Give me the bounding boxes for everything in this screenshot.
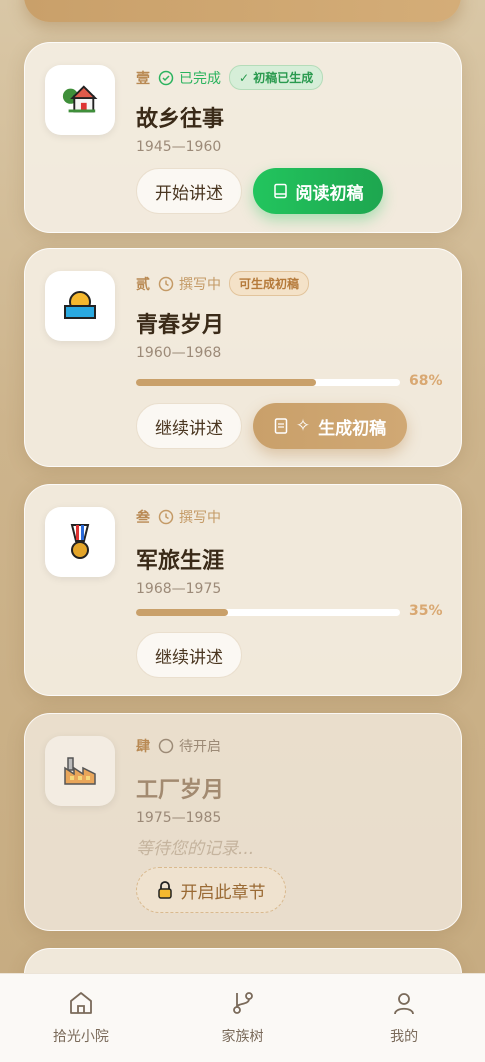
waiting-placeholder: 等待您的记录... [136, 839, 255, 859]
chapter-title: 工厂岁月 [136, 778, 225, 803]
chapter-card-2: 贰 撰写中 可生成初稿 青春岁月 1960—1968 68% 继续讲述 ✧ 生成… [24, 248, 462, 467]
chapter-card-3: 叁 撰写中 军旅生涯 1968—1975 35% 继续讲述 [24, 484, 462, 696]
generate-draft-button[interactable]: ✧ 生成初稿 [253, 403, 407, 449]
chapter-title: 军旅生涯 [136, 549, 225, 574]
top-banner-button[interactable] [24, 0, 461, 22]
chapter-years: 1960—1968 [136, 345, 222, 361]
status-done: 已完成 [158, 68, 221, 88]
chapter-title: 故乡往事 [136, 107, 225, 132]
empty-circle-icon [158, 738, 174, 754]
home-icon [69, 992, 92, 1014]
bottom-tab-bar: 拾光小院 家族树 我的 [0, 973, 485, 1062]
chapter-years: 1975—1985 [136, 810, 222, 826]
continue-narrate-button[interactable]: 继续讲述 [136, 403, 242, 449]
chapter-card-4: 肆 待开启 工厂岁月 1975—1985 等待您的记录... 开启此章节 [24, 713, 462, 931]
continue-narrate-button[interactable]: 继续讲述 [136, 632, 242, 678]
tab-profile[interactable]: 我的 [323, 974, 485, 1062]
read-draft-button[interactable]: 阅读初稿 [253, 168, 383, 214]
clock-icon [158, 276, 174, 291]
chapter-number: 肆 [136, 739, 150, 755]
chapter-number: 叁 [136, 510, 150, 526]
progress-percent: 68% [409, 373, 443, 389]
medal-icon [45, 507, 115, 577]
house-icon [45, 65, 115, 135]
chapter-number: 贰 [136, 276, 150, 293]
progress-bar [136, 609, 400, 616]
branch-icon [232, 992, 253, 1014]
start-narrate-button[interactable]: 开始讲述 [136, 168, 242, 214]
progress-bar [136, 379, 400, 386]
user-icon [394, 993, 415, 1015]
status-badge: 可生成初稿 [229, 271, 310, 296]
status-waiting: 待开启 [158, 736, 221, 756]
chapter-years: 1968—1975 [136, 581, 222, 597]
chapter-number: 壹 [136, 70, 150, 87]
progress-percent: 35% [409, 603, 443, 619]
status-writing: 撰写中 [158, 274, 221, 294]
status-writing: 撰写中 [158, 507, 221, 527]
unlock-chapter-button[interactable]: 开启此章节 [136, 867, 286, 913]
tab-family-tree[interactable]: 家族树 [162, 974, 324, 1062]
chapter-years: 1945—1960 [136, 139, 222, 155]
sparkle-icon: ✧ [295, 416, 311, 436]
chapter-title: 青春岁月 [136, 313, 225, 338]
tab-home[interactable]: 拾光小院 [0, 974, 162, 1062]
status-badge: ✓ 初稿已生成 [229, 65, 324, 90]
factory-icon [45, 736, 115, 806]
chapter-card-1: 壹 已完成 ✓ 初稿已生成 故乡往事 1945—1960 开始讲述 阅读初稿 [24, 42, 462, 233]
sunrise-icon [45, 271, 115, 341]
lock-icon [157, 881, 172, 899]
book-icon [273, 183, 287, 199]
clock-icon [158, 509, 174, 525]
document-icon [274, 418, 288, 434]
check-circle-icon [158, 70, 174, 85]
